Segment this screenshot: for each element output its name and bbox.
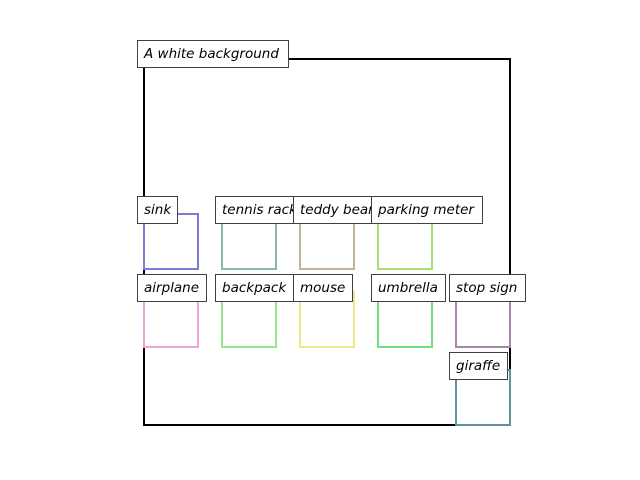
layout-canvas bbox=[143, 58, 511, 426]
object-label: umbrella bbox=[371, 274, 446, 302]
object-label: backpack bbox=[215, 274, 294, 302]
object-label: stop sign bbox=[449, 274, 526, 302]
object-label: mouse bbox=[293, 274, 353, 302]
object-label: parking meter bbox=[371, 196, 483, 224]
object-label: giraffe bbox=[449, 352, 508, 380]
object-label: sink bbox=[137, 196, 178, 224]
object-label: teddy bear bbox=[293, 196, 381, 224]
title-label: A white background bbox=[137, 40, 289, 68]
object-label: airplane bbox=[137, 274, 207, 302]
